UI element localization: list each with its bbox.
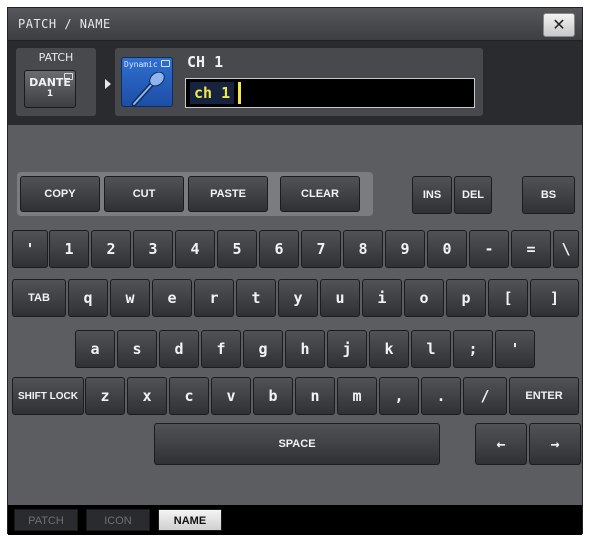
key-slash[interactable]: / xyxy=(463,377,507,415)
icon-label: Dynamic xyxy=(124,60,158,69)
key-left-bracket[interactable]: [ xyxy=(488,279,528,317)
patch-name-window: PATCH / NAME ✕ PATCH DANTE 1 Dynamic CH … xyxy=(7,7,583,535)
paste-button[interactable]: PASTE xyxy=(188,176,268,212)
key-minus[interactable]: - xyxy=(469,230,509,268)
copy-button[interactable]: COPY xyxy=(20,176,100,212)
key-e[interactable]: e xyxy=(152,279,192,317)
key-n[interactable]: n xyxy=(295,377,335,415)
channel-icon-button[interactable]: Dynamic xyxy=(121,57,173,107)
key-3[interactable]: 3 xyxy=(133,230,173,268)
key-i[interactable]: i xyxy=(362,279,402,317)
patch-label: PATCH xyxy=(38,51,74,64)
delete-button[interactable]: DEL xyxy=(454,176,492,214)
key-2[interactable]: 2 xyxy=(91,230,131,268)
tab-icon[interactable]: ICON xyxy=(86,509,150,531)
text-caret xyxy=(238,82,241,104)
key-x[interactable]: x xyxy=(127,377,167,415)
key-y[interactable]: y xyxy=(278,279,318,317)
channel-name-input[interactable]: ch 1 xyxy=(185,78,475,108)
key-k[interactable]: k xyxy=(369,330,409,368)
key-5[interactable]: 5 xyxy=(217,230,257,268)
bottom-tab-bar: PATCH ICON NAME xyxy=(8,505,582,535)
key-equals[interactable]: = xyxy=(511,230,551,268)
tab-name[interactable]: NAME xyxy=(158,509,222,531)
key-period[interactable]: . xyxy=(421,377,461,415)
key-left-arrow[interactable]: ← xyxy=(475,423,527,465)
key-f[interactable]: f xyxy=(201,330,241,368)
key-l[interactable]: l xyxy=(411,330,451,368)
patch-button-number: 1 xyxy=(46,89,54,99)
key-b[interactable]: b xyxy=(253,377,293,415)
key-6[interactable]: 6 xyxy=(259,230,299,268)
channel-name-value: ch 1 xyxy=(190,82,235,104)
dynamic-microphone-icon xyxy=(131,72,165,106)
popup-corner-icon xyxy=(64,73,73,80)
popup-corner-icon xyxy=(161,60,170,67)
key-a[interactable]: a xyxy=(75,330,115,368)
channel-box: Dynamic CH 1 ch 1 xyxy=(115,48,483,116)
insert-button[interactable]: INS xyxy=(412,176,452,214)
key-apostrophe[interactable]: ' xyxy=(495,330,535,368)
key-right-arrow[interactable]: → xyxy=(529,423,581,465)
backspace-button[interactable]: BS xyxy=(522,176,575,214)
key-p[interactable]: p xyxy=(446,279,486,317)
key-9[interactable]: 9 xyxy=(385,230,425,268)
title-bar: PATCH / NAME ✕ xyxy=(8,8,582,41)
key-1[interactable]: 1 xyxy=(49,230,89,268)
key-j[interactable]: j xyxy=(327,330,367,368)
key-space[interactable]: SPACE xyxy=(154,423,440,465)
key-comma[interactable]: , xyxy=(379,377,419,415)
key-right-bracket[interactable]: ] xyxy=(530,279,579,317)
key-m[interactable]: m xyxy=(337,377,377,415)
key-backtick[interactable]: ' xyxy=(12,230,48,268)
patch-section: PATCH DANTE 1 xyxy=(16,48,96,116)
key-z[interactable]: z xyxy=(85,377,125,415)
key-backslash[interactable]: \ xyxy=(553,230,579,268)
key-0[interactable]: 0 xyxy=(427,230,467,268)
cut-button[interactable]: CUT xyxy=(104,176,184,212)
key-tab[interactable]: TAB xyxy=(12,279,66,317)
key-u[interactable]: u xyxy=(320,279,360,317)
key-shift-lock[interactable]: SHIFT LOCK xyxy=(12,377,84,415)
channel-title: CH 1 xyxy=(187,53,224,71)
key-o[interactable]: o xyxy=(404,279,444,317)
window-title: PATCH / NAME xyxy=(18,17,111,31)
key-g[interactable]: g xyxy=(243,330,283,368)
key-c[interactable]: c xyxy=(169,377,209,415)
key-4[interactable]: 4 xyxy=(175,230,215,268)
key-enter[interactable]: ENTER xyxy=(509,377,579,415)
key-d[interactable]: d xyxy=(159,330,199,368)
clear-button[interactable]: CLEAR xyxy=(280,176,360,212)
channel-header: PATCH DANTE 1 Dynamic CH 1 ch 1 xyxy=(8,41,582,125)
key-q[interactable]: q xyxy=(68,279,108,317)
key-7[interactable]: 7 xyxy=(301,230,341,268)
key-h[interactable]: h xyxy=(285,330,325,368)
key-8[interactable]: 8 xyxy=(343,230,383,268)
close-button[interactable]: ✕ xyxy=(543,13,575,37)
tab-patch[interactable]: PATCH xyxy=(14,509,78,531)
key-t[interactable]: t xyxy=(236,279,276,317)
key-w[interactable]: w xyxy=(110,279,150,317)
close-icon: ✕ xyxy=(552,15,566,34)
key-s[interactable]: s xyxy=(117,330,157,368)
key-v[interactable]: v xyxy=(211,377,251,415)
patch-dante-button[interactable]: DANTE 1 xyxy=(24,70,76,108)
key-semicolon[interactable]: ; xyxy=(453,330,493,368)
arrow-right-icon xyxy=(105,79,111,89)
key-r[interactable]: r xyxy=(194,279,234,317)
